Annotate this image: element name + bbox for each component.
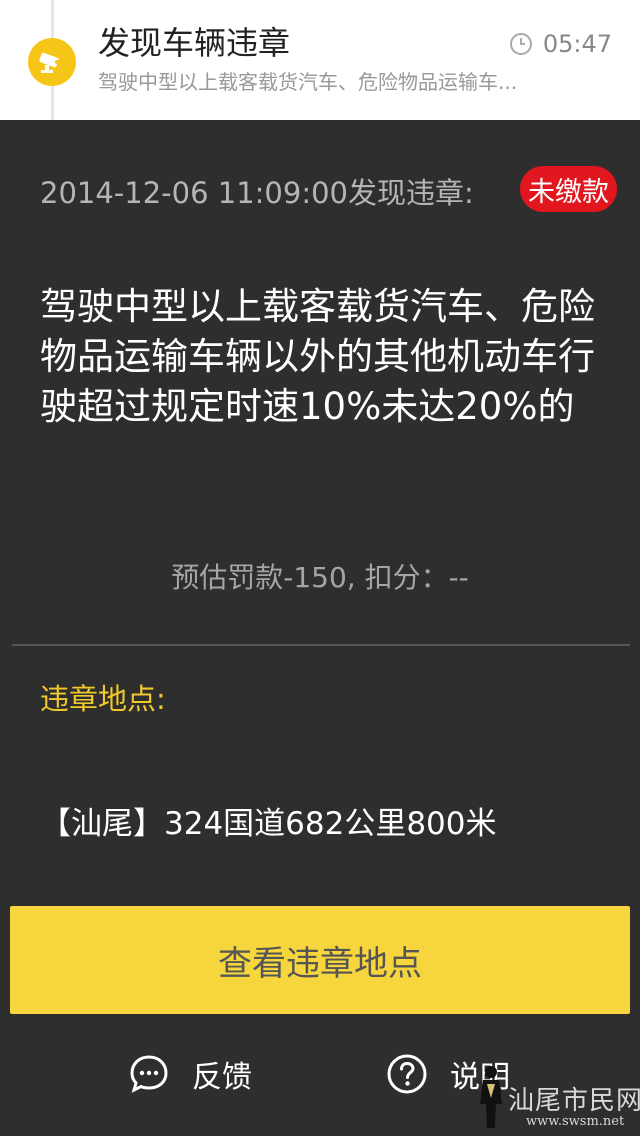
violation-description: 驾驶中型以上载客载货汽车、危险物品运输车辆以外的其他机动车行驶超过规定时速10%… xyxy=(40,285,595,428)
fine-info: 预估罚款-150, 扣分：-- xyxy=(171,561,469,594)
feedback-label: 反馈 xyxy=(192,1060,252,1095)
location-value: 【汕尾】324国道682公里800米 xyxy=(40,806,497,842)
clock-icon xyxy=(509,33,532,55)
watermark: 汕尾市民网 www.swsm.net xyxy=(468,1060,640,1134)
chat-bubble-icon xyxy=(130,1055,168,1093)
notification-subtitle: 驾驶中型以上载客载货汽车、危险物品运输车... xyxy=(98,70,518,94)
status-badge: 未缴款 xyxy=(520,166,617,212)
view-location-button[interactable]: 查看违章地点 xyxy=(10,906,630,1014)
location-label: 违章地点: xyxy=(40,682,166,716)
notification-title: 发现车辆违章 xyxy=(98,24,291,62)
violation-date: 2014-12-06 11:09:00发现违章: xyxy=(40,176,474,210)
feedback-button[interactable]: 反馈 xyxy=(128,1052,252,1096)
view-location-label: 查看违章地点 xyxy=(218,943,422,984)
notification-time: 05:47 xyxy=(509,30,612,58)
question-circle-icon xyxy=(387,1054,427,1094)
time-text: 05:47 xyxy=(542,30,612,58)
camera-icon xyxy=(28,38,76,86)
watermark-text: 汕尾市民网 xyxy=(508,1086,640,1116)
watermark-figure-icon xyxy=(480,1066,502,1128)
divider xyxy=(12,644,630,646)
notification-header[interactable]: 发现车辆违章 驾驶中型以上载客载货汽车、危险物品运输车... 05:47 xyxy=(0,0,640,120)
watermark-url: www.swsm.net xyxy=(526,1114,625,1129)
